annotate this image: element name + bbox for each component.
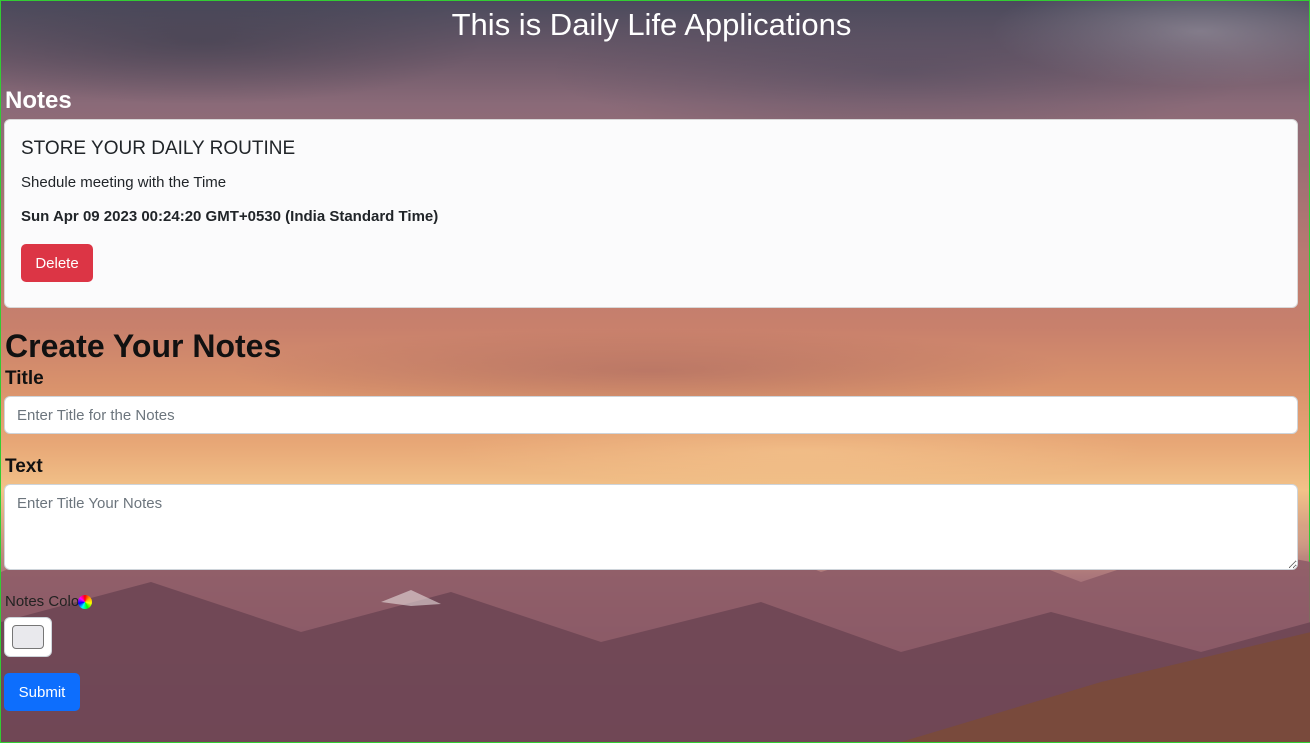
color-wheel-icon [78, 595, 93, 609]
app-title: This is Daily Life Applications [451, 7, 852, 42]
notes-color-label: Notes Color [5, 593, 85, 610]
delete-button[interactable]: Delete [21, 244, 93, 282]
title-label: Title [5, 368, 44, 389]
notes-textarea[interactable] [4, 484, 1298, 570]
title-input[interactable] [4, 396, 1298, 434]
note-title: STORE YOUR DAILY ROUTINE [21, 138, 296, 159]
note-card: STORE YOUR DAILY ROUTINE Shedule meeting… [4, 119, 1298, 308]
note-date: Sun Apr 09 2023 00:24:20 GMT+0530 (India… [21, 208, 439, 225]
page-content: This is Daily Life Applications Notes ST… [1, 1, 1309, 711]
create-notes-heading: Create Your Notes [5, 328, 282, 364]
note-text: Shedule meeting with the Time [21, 174, 227, 191]
submit-row: Submit [4, 673, 1299, 711]
submit-button[interactable]: Submit [4, 673, 80, 711]
notes-color-label-row: Notes Color [5, 591, 1299, 613]
color-swatch [12, 625, 44, 649]
notes-heading: Notes [5, 87, 72, 114]
text-label: Text [5, 456, 43, 477]
notes-color-picker[interactable] [4, 617, 52, 657]
